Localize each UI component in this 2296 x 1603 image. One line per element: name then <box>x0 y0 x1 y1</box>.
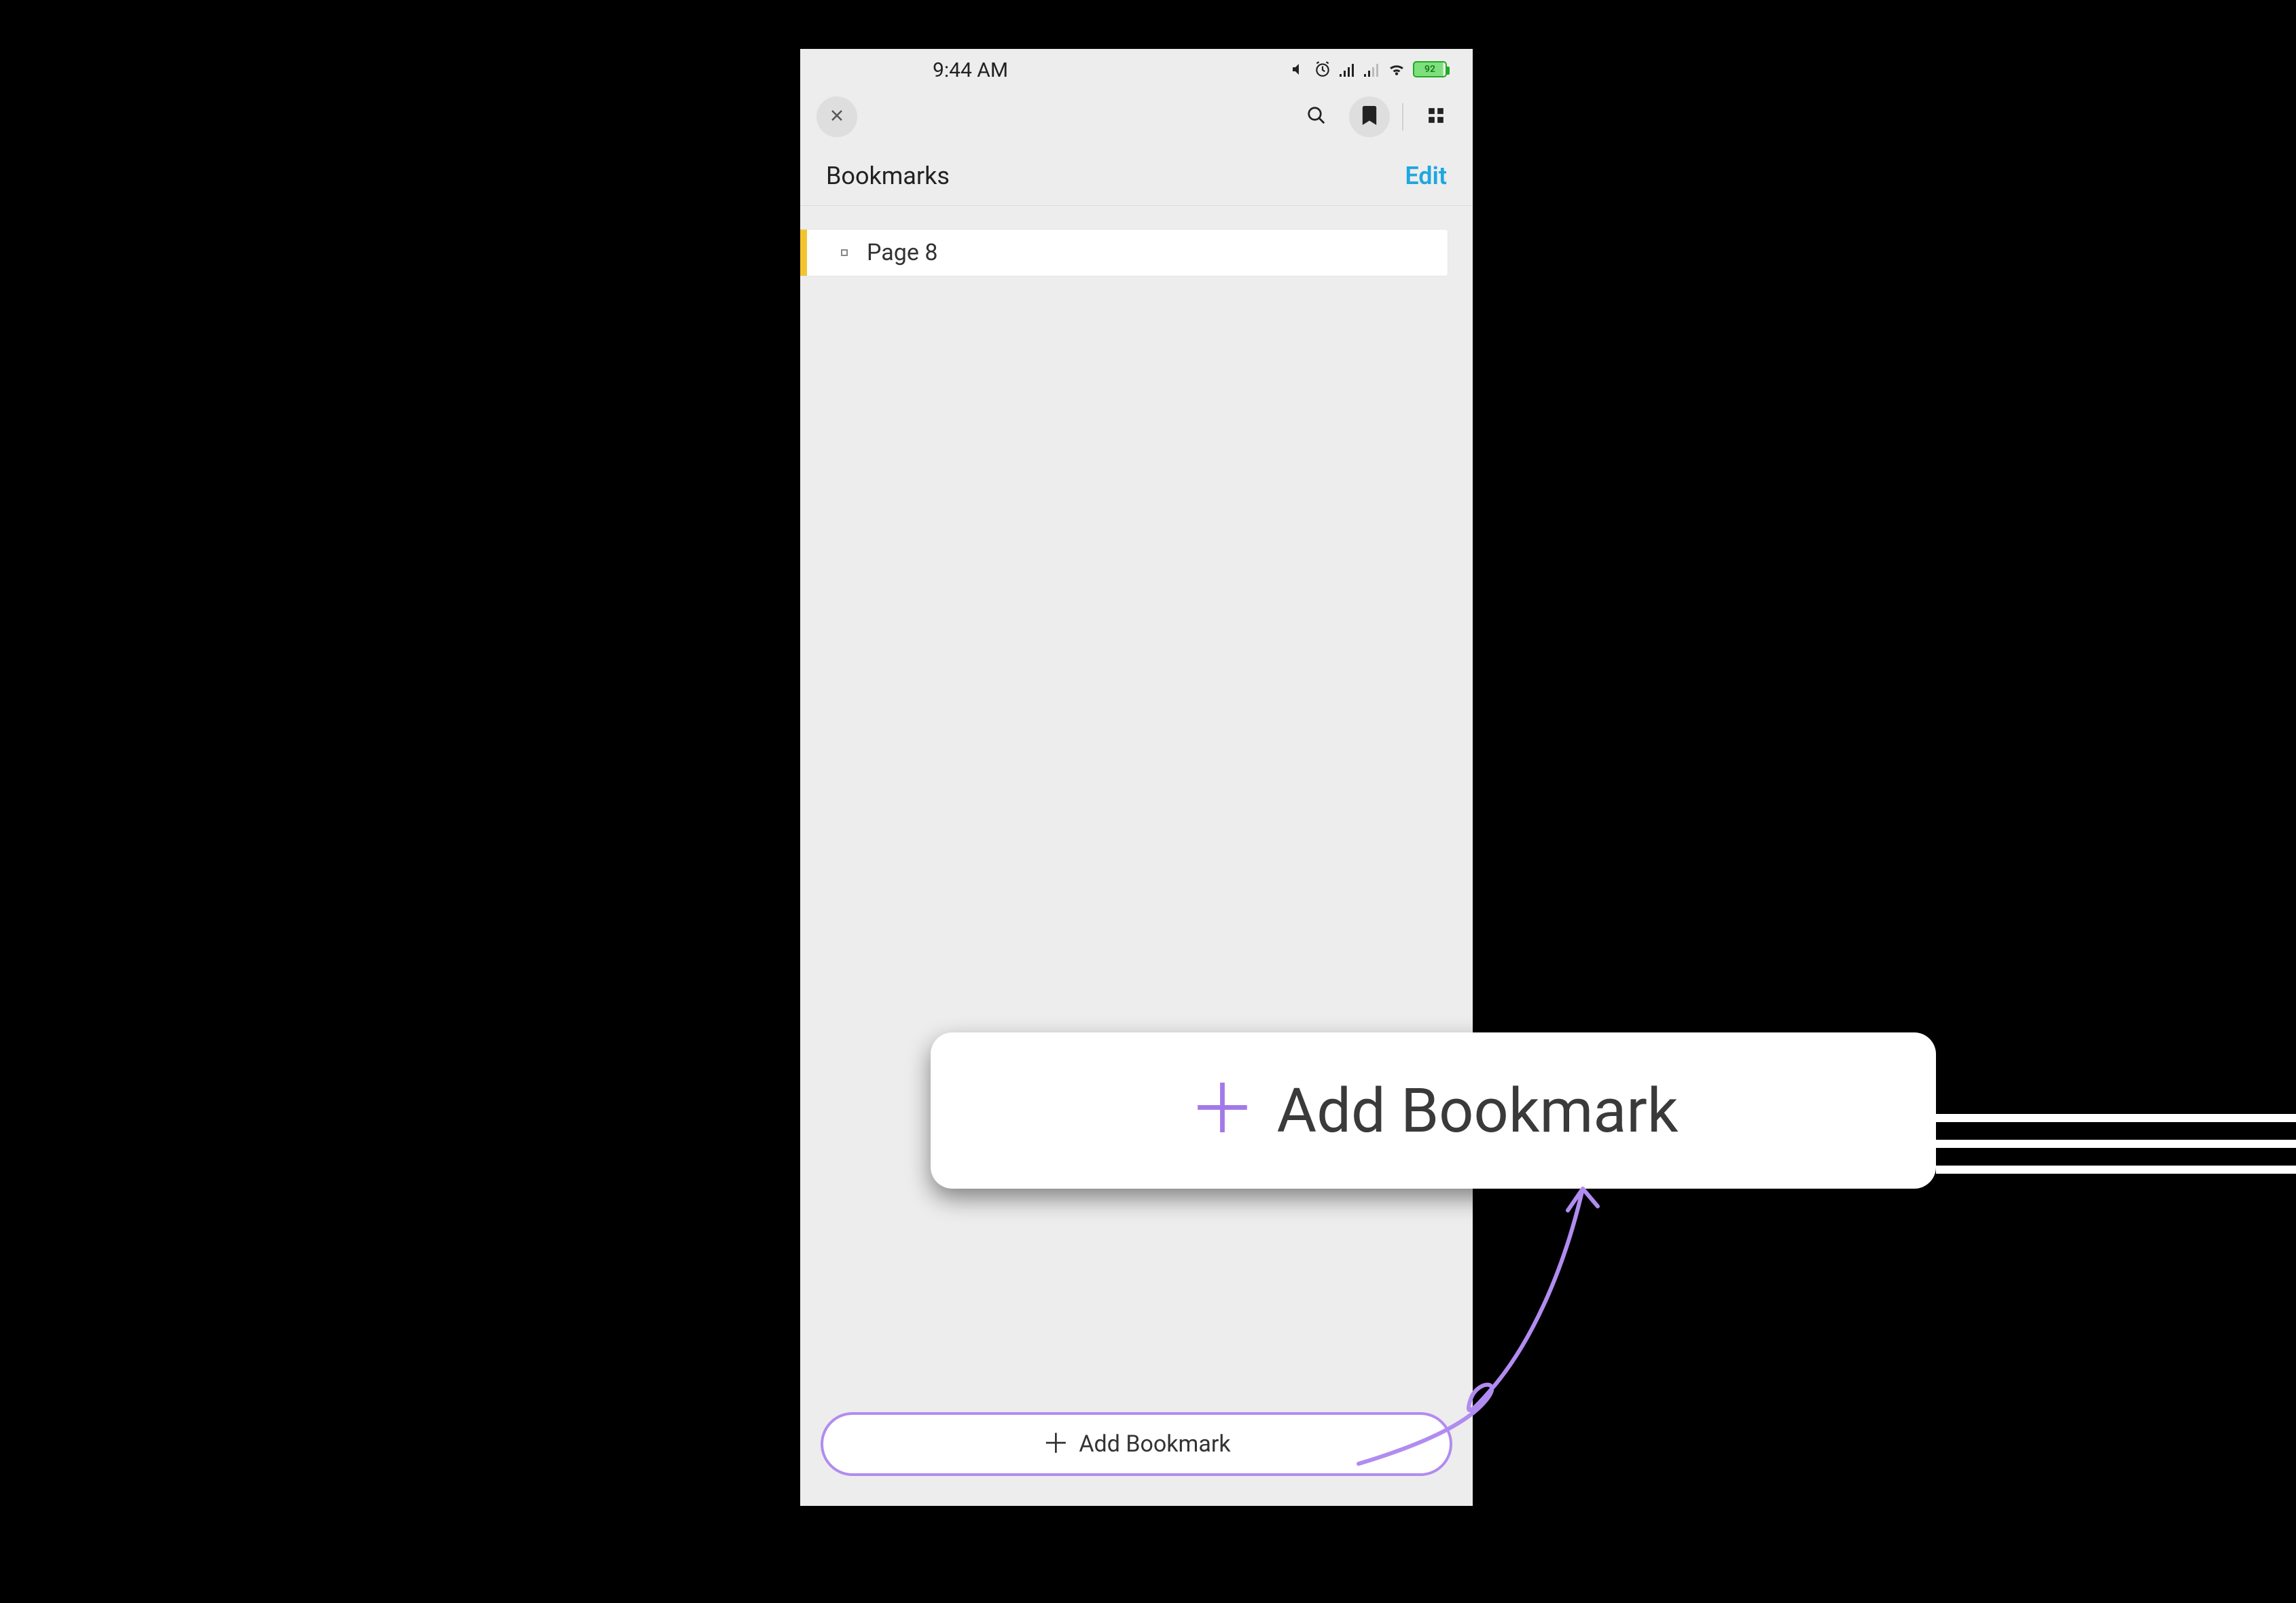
add-bookmark-callout: ＋ Add Bookmark <box>931 1032 1936 1189</box>
search-icon <box>1306 105 1327 128</box>
thumbnail-grid-button[interactable] <box>1416 96 1456 137</box>
toolbar <box>800 90 1473 144</box>
plus-icon: ＋ <box>1042 1430 1069 1458</box>
phone-frame: 9:44 AM 92 <box>800 49 1473 1506</box>
alarm-icon <box>1314 60 1331 78</box>
bookmark-tab-button[interactable] <box>1349 96 1390 137</box>
battery-icon: 92 <box>1413 61 1447 77</box>
bookmark-thumb-icon <box>841 249 848 256</box>
wifi-icon <box>1387 62 1406 77</box>
decorative-stripes <box>1936 1114 2296 1191</box>
status-time: 9:44 AM <box>933 58 1008 82</box>
toolbar-divider <box>1402 103 1403 130</box>
plus-icon: ＋ <box>1189 1077 1257 1145</box>
search-button[interactable] <box>1296 96 1337 137</box>
bookmark-icon <box>1362 106 1377 128</box>
grid-icon <box>1427 107 1445 127</box>
bookmark-row[interactable]: Page 8 <box>800 229 1448 276</box>
add-bookmark-button[interactable]: ＋ Add Bookmark <box>821 1412 1452 1476</box>
header-row: Bookmarks Edit <box>800 144 1473 206</box>
status-icons: 92 <box>1291 60 1447 78</box>
status-bar: 9:44 AM 92 <box>800 49 1473 90</box>
signal-icon-1 <box>1338 62 1356 77</box>
add-bookmark-label: Add Bookmark <box>1079 1430 1230 1458</box>
edit-button[interactable]: Edit <box>1405 162 1447 190</box>
bookmark-color-stripe <box>800 230 807 276</box>
bookmark-label: Page 8 <box>867 239 937 266</box>
bookmarks-list: Page 8 <box>800 206 1473 276</box>
volume-icon <box>1291 61 1307 77</box>
page-title: Bookmarks <box>826 162 950 190</box>
close-icon <box>829 107 845 126</box>
close-button[interactable] <box>817 96 857 137</box>
signal-icon-2 <box>1363 62 1380 77</box>
callout-label: Add Bookmark <box>1277 1075 1679 1147</box>
